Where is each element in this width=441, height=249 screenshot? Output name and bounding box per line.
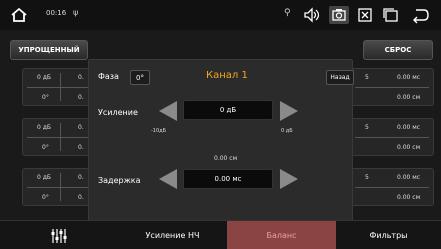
divider [60,123,61,151]
tab-balance[interactable]: Баланс [227,221,336,249]
phase-value: 0° [42,144,49,151]
channel-block-left-1[interactable]: 0 дБ 0. 0° 0. [22,68,96,106]
gain-min-label: -10дБ [151,128,167,134]
gain-decrease-icon[interactable] [156,99,178,123]
home-icon[interactable] [10,7,28,23]
location-icon: ⚲ [284,8,291,18]
window-icon[interactable] [381,6,401,24]
divider [27,137,91,138]
channel-block-right-1[interactable]: 5 0.00 мс 0.00 см [350,68,434,106]
delay-decrease-icon[interactable] [156,167,178,191]
back-button[interactable]: Назад [326,70,354,85]
phase-value-2: 0. [78,194,84,201]
delay-cm-value: 0.00 см [397,94,421,101]
delay-value-display: 0.00 мс [183,169,273,189]
gain-value: 0 дБ [37,174,51,181]
bottom-tab-bar: Усиление НЧ Баланс Фильтры [0,220,441,249]
delay-ms-value: 0.00 мс [397,124,421,131]
phase-value-2: 0. [78,94,84,101]
gain-value: 0 дБ [37,74,51,81]
volume-icon[interactable] [302,6,322,24]
delay-ms-value: 0.00 мс [397,174,421,181]
screenshot-icon[interactable] [329,6,349,24]
close-window-icon[interactable] [355,6,375,24]
tab-equalizer[interactable] [0,221,118,249]
channel-block-right-2[interactable]: 5 0.00 мс 0.00 см [350,118,434,156]
delay-label: Задержка [98,176,141,185]
cut-value: 5 [365,74,369,81]
channel-title: Канал 1 [206,70,248,81]
gain-increase-icon[interactable] [279,99,301,123]
phase-toggle[interactable]: 0° [130,70,150,85]
delay-increase-icon[interactable] [279,167,301,191]
divider [27,187,91,188]
phase-value-2: 0. [78,144,84,151]
reset-button[interactable]: СБРОС [363,40,433,60]
divider [355,87,429,88]
cut-value: 5 [365,174,369,181]
channel-block-left-3[interactable]: 0 дБ 0. 0° 0. [22,168,96,206]
divider [27,87,91,88]
channel-block-left-2[interactable]: 0 дБ 0. 0° 0. [22,118,96,156]
tab-bass-boost[interactable]: Усиление НЧ [118,221,227,249]
phase-label: Фаза [98,72,119,81]
tab-filters[interactable]: Фильтры [336,221,441,249]
delay-cm-value: 0.00 см [397,194,421,201]
cut-value: 5 [365,124,369,131]
divider [355,187,429,188]
gain-value-2: 0. [78,124,84,131]
channel-settings-dialog: Фаза 0° Канал 1 Назад Усиление 0 дБ -10д… [88,59,354,227]
clock: 00:16 [46,9,67,17]
equalizer-icon [51,228,67,243]
delay-ms-value: 0.00 мс [397,74,421,81]
back-icon[interactable] [410,6,430,24]
gain-max-label: 0 дБ [281,128,293,134]
gain-value-2: 0. [78,174,84,181]
divider [355,137,429,138]
phase-value: 0° [42,94,49,101]
channel-block-right-3[interactable]: 5 0.00 мс 0.00 см [350,168,434,206]
gain-value-2: 0. [78,74,84,81]
gain-value: 0 дБ [37,124,51,131]
distance-value: 0.00 см [214,155,238,162]
delay-cm-value: 0.00 см [397,144,421,151]
gain-value-display: 0 дБ [183,100,273,120]
simple-mode-button[interactable]: УПРОЩЕННЫЙ [10,40,88,60]
divider [60,73,61,101]
divider [60,173,61,201]
status-bar: 00:16 ψ ⚲ [0,0,441,30]
usb-icon: ψ [73,8,79,17]
gain-label: Усиление [98,108,138,117]
phase-value: 0° [42,194,49,201]
